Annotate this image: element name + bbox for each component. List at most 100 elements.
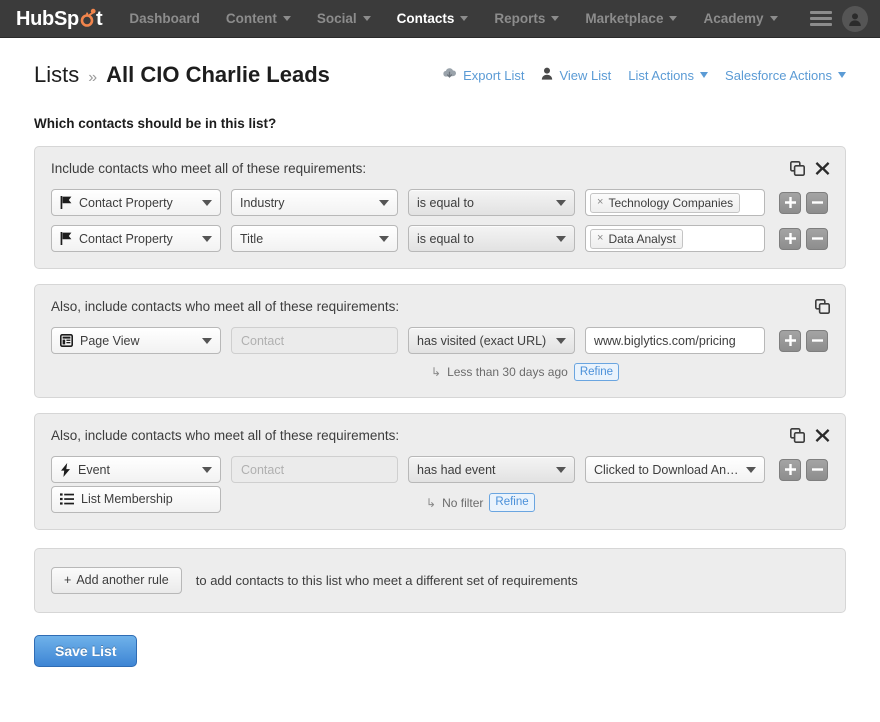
nav-item-marketplace[interactable]: Marketplace	[572, 0, 690, 38]
rule-type-select[interactable]: Page View	[51, 327, 221, 354]
chevron-down-icon	[202, 466, 212, 473]
filter-rule: Contact Property Industry is equal to × …	[51, 189, 829, 216]
nav-label: Reports	[494, 11, 546, 26]
chevron-down-icon	[282, 16, 291, 21]
rule-operator-select[interactable]: is equal to	[408, 225, 575, 252]
rule-property-select[interactable]: Industry	[231, 189, 398, 216]
rule-type-select[interactable]: Contact Property	[51, 189, 221, 216]
value-token[interactable]: × Technology Companies	[590, 192, 741, 213]
rule-property-disabled: Contact	[231, 456, 398, 484]
rule-operator-select[interactable]: is equal to	[408, 189, 575, 216]
remove-token-icon[interactable]: ×	[597, 197, 603, 208]
rule-property-label: Industry	[240, 195, 285, 210]
nav-label: Academy	[703, 11, 764, 26]
rule-type-select[interactable]: Event	[51, 456, 221, 484]
value-token[interactable]: × Data Analyst	[590, 228, 683, 249]
chevron-down-icon	[202, 235, 212, 242]
breadcrumb: Lists » All CIO Charlie Leads Export Lis…	[34, 38, 846, 88]
close-group-icon[interactable]	[815, 161, 830, 176]
rule-property-select[interactable]: Title	[231, 225, 398, 252]
page-title: All CIO Charlie Leads	[106, 62, 330, 87]
group-title: Also, include contacts who meet all of t…	[51, 299, 400, 314]
filter-group-2: Also, include contacts who meet all of t…	[34, 284, 846, 399]
rule-operator-select[interactable]: has visited (exact URL)	[408, 327, 575, 354]
filter-rule: Contact Property Title is equal to × Dat…	[51, 225, 829, 252]
view-list-label: View List	[559, 67, 612, 83]
rule-event-select[interactable]: Clicked to Download An Intr...	[585, 456, 765, 484]
remove-rule-icon-button[interactable]	[806, 227, 828, 250]
remove-rule-icon-button[interactable]	[806, 458, 828, 481]
chevron-down-icon	[669, 16, 678, 21]
nav-label: Content	[225, 11, 277, 26]
chevron-down-icon	[556, 337, 566, 344]
plus-icon: +	[64, 573, 72, 588]
nav-item-reports[interactable]: Reports	[481, 0, 572, 38]
list-actions-menu[interactable]: List Actions	[628, 68, 709, 83]
chevron-down-icon	[379, 199, 389, 206]
group-icons	[790, 428, 830, 444]
add-another-rule-button[interactable]: + Add another rule	[51, 566, 182, 594]
add-rule-icon-button[interactable]	[779, 191, 801, 214]
chevron-down-icon	[746, 466, 756, 473]
rule-value-text: www.biglytics.com/pricing	[594, 333, 736, 348]
rule-refine-row: ↳ Less than 30 days ago Refine	[431, 363, 829, 382]
refine-button[interactable]: Refine	[489, 493, 535, 512]
group-icons	[790, 161, 830, 176]
copy-group-icon[interactable]	[815, 299, 830, 314]
remove-rule-icon-button[interactable]	[806, 329, 828, 352]
export-list-label: Export List	[463, 67, 525, 83]
logo-hub: Hub	[16, 7, 54, 30]
list-icon	[60, 493, 74, 505]
remove-rule-icon-button[interactable]	[806, 191, 828, 214]
chevron-down-icon	[556, 235, 566, 242]
rule-operator-label: has had event	[417, 462, 496, 477]
nav-item-content[interactable]: Content	[213, 0, 304, 38]
nav-item-academy[interactable]: Academy	[690, 0, 790, 38]
add-another-rule-label: Add another rule	[76, 573, 169, 588]
add-another-rule-section: + Add another rule to add contacts to th…	[34, 547, 846, 613]
rule-value-token-input[interactable]: × Technology Companies	[585, 189, 765, 216]
top-navigation-bar: Hub Sp t Dashboard Content Social Contact…	[0, 0, 880, 38]
salesforce-actions-menu[interactable]: Salesforce Actions	[725, 68, 846, 83]
rule-value-input[interactable]: www.biglytics.com/pricing	[585, 327, 765, 354]
hubspot-logo[interactable]: Hub Sp t	[0, 7, 116, 30]
nav-right-controls	[810, 5, 880, 32]
save-list-button[interactable]: Save List	[34, 634, 138, 667]
group-title: Include contacts who meet all of these r…	[51, 161, 367, 176]
remove-token-icon[interactable]: ×	[597, 233, 603, 244]
add-rule-icon-button[interactable]	[779, 329, 801, 352]
rule-property-label: Title	[240, 231, 264, 246]
refine-button[interactable]: Refine	[573, 363, 620, 382]
person-icon	[541, 67, 553, 83]
rule-controls	[779, 227, 828, 250]
add-rule-icon-button[interactable]	[779, 227, 801, 250]
user-avatar-icon[interactable]	[842, 5, 868, 32]
list-membership-select[interactable]: List Membership	[51, 485, 221, 513]
rule-controls	[779, 458, 828, 481]
hamburger-icon[interactable]	[810, 11, 832, 26]
rule-operator-label: is equal to	[417, 231, 474, 246]
hubspot-sprocket-icon	[79, 8, 96, 31]
close-group-icon[interactable]	[815, 428, 830, 443]
rule-type-select[interactable]: Contact Property	[51, 225, 221, 252]
view-list-action[interactable]: View List	[541, 67, 611, 83]
chevron-down-icon	[700, 72, 709, 78]
add-rule-icon-button[interactable]	[779, 458, 801, 481]
rule-property-placeholder: Contact	[241, 333, 285, 348]
nav-item-dashboard[interactable]: Dashboard	[116, 0, 213, 38]
export-list-action[interactable]: Export List	[442, 67, 524, 83]
chevron-down-icon	[556, 466, 566, 473]
page-actions: Export List View List List Actions Sales…	[442, 67, 846, 83]
chevron-down-icon	[460, 16, 469, 21]
rule-operator-select[interactable]: has had event	[408, 456, 575, 484]
nav-item-contacts[interactable]: Contacts	[384, 0, 482, 38]
rule-value-token-input[interactable]: × Data Analyst	[585, 225, 765, 252]
copy-group-icon[interactable]	[790, 161, 805, 176]
breadcrumb-parent-lists[interactable]: Lists	[34, 62, 79, 88]
chevron-down-icon	[556, 199, 566, 206]
cloud-download-icon	[442, 67, 457, 83]
salesforce-actions-label: Salesforce Actions	[725, 67, 832, 83]
nav-item-social[interactable]: Social	[304, 0, 384, 38]
copy-group-icon[interactable]	[790, 428, 805, 444]
filter-group-1: Include contacts who meet all of these r…	[34, 146, 846, 269]
